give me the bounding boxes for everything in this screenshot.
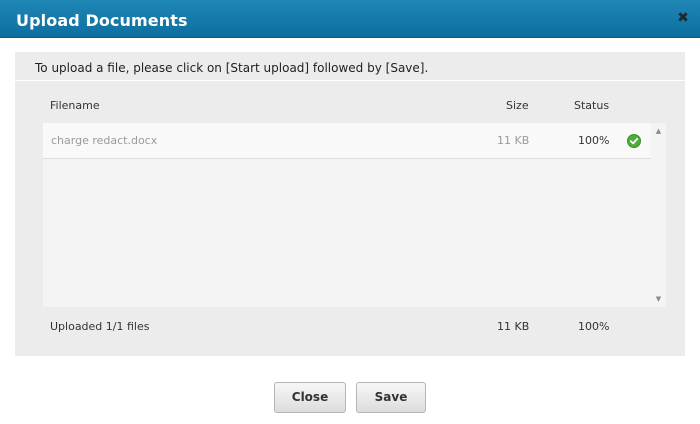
file-status: 100% [578,134,610,147]
summary-status: 100% [578,320,610,333]
file-list[interactable]: charge redact.docx 11 KB 100% ▲ ▼ [43,123,666,307]
save-button[interactable]: Save [356,382,426,413]
dialog-titlebar: Upload Documents ✖ [0,0,700,38]
column-header-status[interactable]: Status [574,99,609,112]
scroll-up-arrow-icon[interactable]: ▲ [651,125,666,137]
file-name: charge redact.docx [51,134,158,147]
scroll-down-arrow-icon[interactable]: ▼ [651,293,666,305]
file-list-scrollbar[interactable]: ▲ ▼ [651,123,666,307]
summary-uploaded-count: Uploaded 1/1 files [50,320,150,333]
summary-total-size: 11 KB [497,320,530,333]
divider [15,80,685,81]
close-button[interactable]: Close [274,382,346,413]
file-size: 11 KB [497,134,530,147]
file-row[interactable]: charge redact.docx 11 KB 100% [43,123,651,159]
column-header-size[interactable]: Size [506,99,529,112]
dialog-title: Upload Documents [16,11,188,30]
upload-panel: To upload a file, please click on [Start… [15,52,685,356]
close-icon[interactable]: ✖ [676,11,690,25]
instructions-text: To upload a file, please click on [Start… [35,61,429,75]
column-header-filename[interactable]: Filename [50,99,100,112]
check-circle-icon [627,134,641,148]
